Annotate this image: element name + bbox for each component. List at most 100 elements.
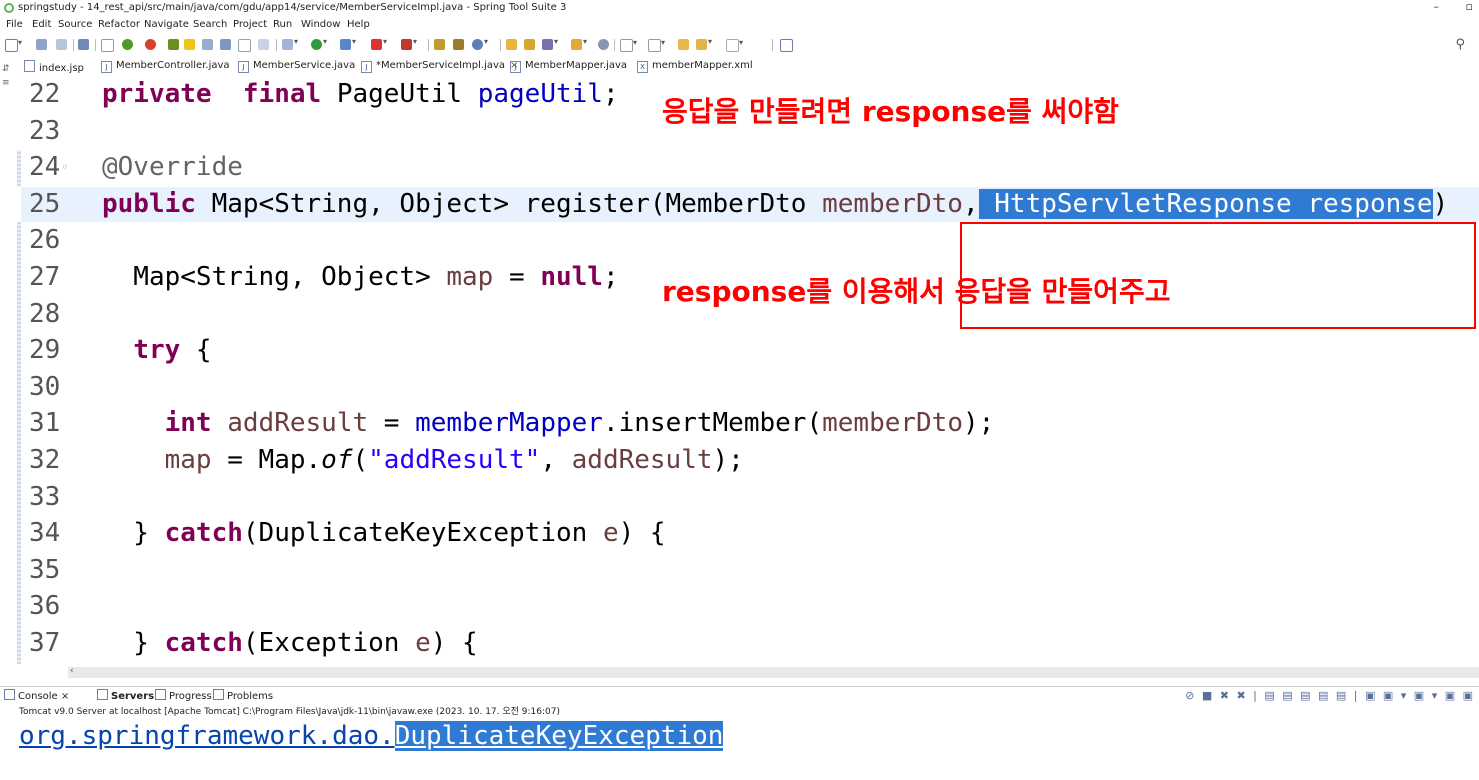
side-icons: ⇵ ≡ [2,62,10,90]
tab-member-controller[interactable]: J MemberController.java [101,60,230,74]
code-text: private final PageUtil pageUtil; [102,79,619,109]
scroll-left-arrow-icon[interactable]: ‹ [70,666,74,676]
code-line[interactable]: 25 public Map<String, Object> register(Me… [17,186,1479,222]
save-all-icon[interactable] [56,39,67,50]
line-number: 33 [29,481,61,512]
tab-progress[interactable]: Progress [155,689,212,702]
title-bar: springstudy - 14_rest_api/src/main/java/… [0,0,1479,17]
tab-label: Console [18,691,58,702]
minimize-button[interactable]: – [1434,0,1440,13]
spring-icon[interactable] [168,39,179,50]
search-icon[interactable]: ⚲ [1455,37,1465,52]
globe-icon[interactable] [598,39,609,50]
menu-search[interactable]: Search [193,19,227,30]
coverage-icon[interactable] [340,37,356,50]
new-server-icon[interactable] [472,37,488,50]
code-line[interactable]: 29 try { [17,332,1479,368]
close-icon[interactable]: × [61,691,69,702]
line-number: 29 [29,335,61,366]
tab-member-mapper[interactable]: J MemberMapper.java [510,60,627,74]
pin-icon[interactable]: ⇵ [2,62,10,76]
tab-label: memberMapper.xml [652,60,753,71]
tab-member-service-impl[interactable]: J *MemberServiceImpl.java × [361,60,519,74]
menu-run[interactable]: Run [273,19,292,30]
previous-annotation-icon[interactable] [648,38,665,52]
print-icon[interactable] [78,39,89,50]
annotation-note-2: response를 이용해서 응답을 만들어주고 [662,275,1171,308]
menu-edit[interactable]: Edit [32,19,51,30]
search-tool-icon[interactable] [238,39,251,52]
window-title: springstudy - 14_rest_api/src/main/java/… [18,2,567,13]
new-icon[interactable] [5,38,22,52]
run-icon[interactable] [311,37,327,50]
forward-icon[interactable] [726,38,743,52]
code-text: @Override [102,152,243,183]
last-edit-icon[interactable] [678,39,689,50]
menu-source[interactable]: Source [58,19,92,30]
tab-problems[interactable]: Problems [213,689,273,702]
menu-file[interactable]: File [6,19,23,30]
new-package-icon[interactable] [453,39,464,50]
open-task-icon[interactable] [220,39,231,50]
tab-index-jsp[interactable]: index.jsp [24,60,84,74]
tab-servers[interactable]: Servers [97,689,154,702]
folder-arrow-icon[interactable] [571,37,587,50]
code-editor[interactable]: 22 private final PageUtil pageUtil; 2324 @O… [17,76,1479,666]
code-line[interactable]: 35 [17,552,1479,588]
menu-help[interactable]: Help [347,19,370,30]
code-line[interactable]: 33 [17,479,1479,515]
save-icon[interactable] [36,39,47,50]
open-folder-icon[interactable] [506,39,517,50]
code-line[interactable]: 36 [17,588,1479,624]
tab-label: Progress [169,691,212,702]
horizontal-scrollbar[interactable] [68,667,1479,678]
progress-icon [155,689,166,700]
menu-refactor[interactable]: Refactor [98,19,140,30]
tab-label: MemberMapper.java [525,60,628,71]
exception-class-link[interactable]: DuplicateKeyException [394,721,724,751]
refresh-icon[interactable] [145,39,156,50]
console-toolbar[interactable]: ⊘ ■ ✖ ✖ | ▤ ▤ ▤ ▤ ▤ | ▣ ▣ ▾ ▣ ▾ ▣ ▣ [1185,689,1475,702]
line-number: 34 [29,518,61,549]
line-number: 22 [29,79,61,109]
next-annotation-icon[interactable] [620,38,637,52]
debug-run-icon[interactable] [282,37,298,50]
servers-icon [97,689,108,700]
code-line[interactable]: 32 map = Map.of("addResult", addResult); [17,442,1479,478]
code-line[interactable]: 30 [17,369,1479,405]
outline-icon[interactable]: ≡ [2,76,10,90]
tab-member-mapper-xml[interactable]: XmemberMapper.xml [637,60,753,74]
code-line[interactable]: 34 } catch(DuplicateKeyException e) { [17,515,1479,551]
code-text: map = Map.of("addResult", addResult); [164,445,744,475]
menu-window[interactable]: Window [301,19,340,30]
code-line[interactable]: 24 @Override [17,149,1479,185]
show-whitespace-icon[interactable] [258,39,269,50]
menu-navigate[interactable]: Navigate [144,19,189,30]
line-number: 30 [29,371,61,402]
pen-icon[interactable] [542,37,558,50]
open-file-icon[interactable] [524,39,535,50]
tab-console[interactable]: Console × [4,689,69,702]
stop-icon[interactable] [371,37,387,50]
menu-project[interactable]: Project [233,19,267,30]
open-type-icon[interactable] [202,39,213,50]
tab-member-service[interactable]: J MemberService.java [238,60,355,74]
skip-breakpoints-icon[interactable] [101,39,114,52]
code-text: try { [133,335,212,366]
back-icon[interactable] [696,37,712,50]
external-tools-icon[interactable] [401,37,417,50]
file-icon [24,60,35,72]
toolbar-separator [428,39,429,51]
toolbar-separator [95,39,96,51]
code-text: int addResult = memberMapper.insertMembe… [164,408,995,439]
edit-icon[interactable] [184,39,195,50]
perspective-icon[interactable] [780,39,793,52]
new-class-icon[interactable] [434,39,445,50]
exception-package-link[interactable]: org.springframework.dao. [19,721,395,751]
debug-icon[interactable] [122,39,133,50]
maximize-button[interactable]: ▫ [1466,0,1473,13]
code-line[interactable]: 31 int addResult = memberMapper.insertMe… [17,405,1479,441]
console-output[interactable]: org.springframework.dao.DuplicateKeyExce… [19,718,724,754]
code-line[interactable]: 37 } catch(Exception e) { [17,625,1479,661]
console-tab-bar: Console × Servers Progress Problems ⊘ ■ … [0,686,1479,703]
